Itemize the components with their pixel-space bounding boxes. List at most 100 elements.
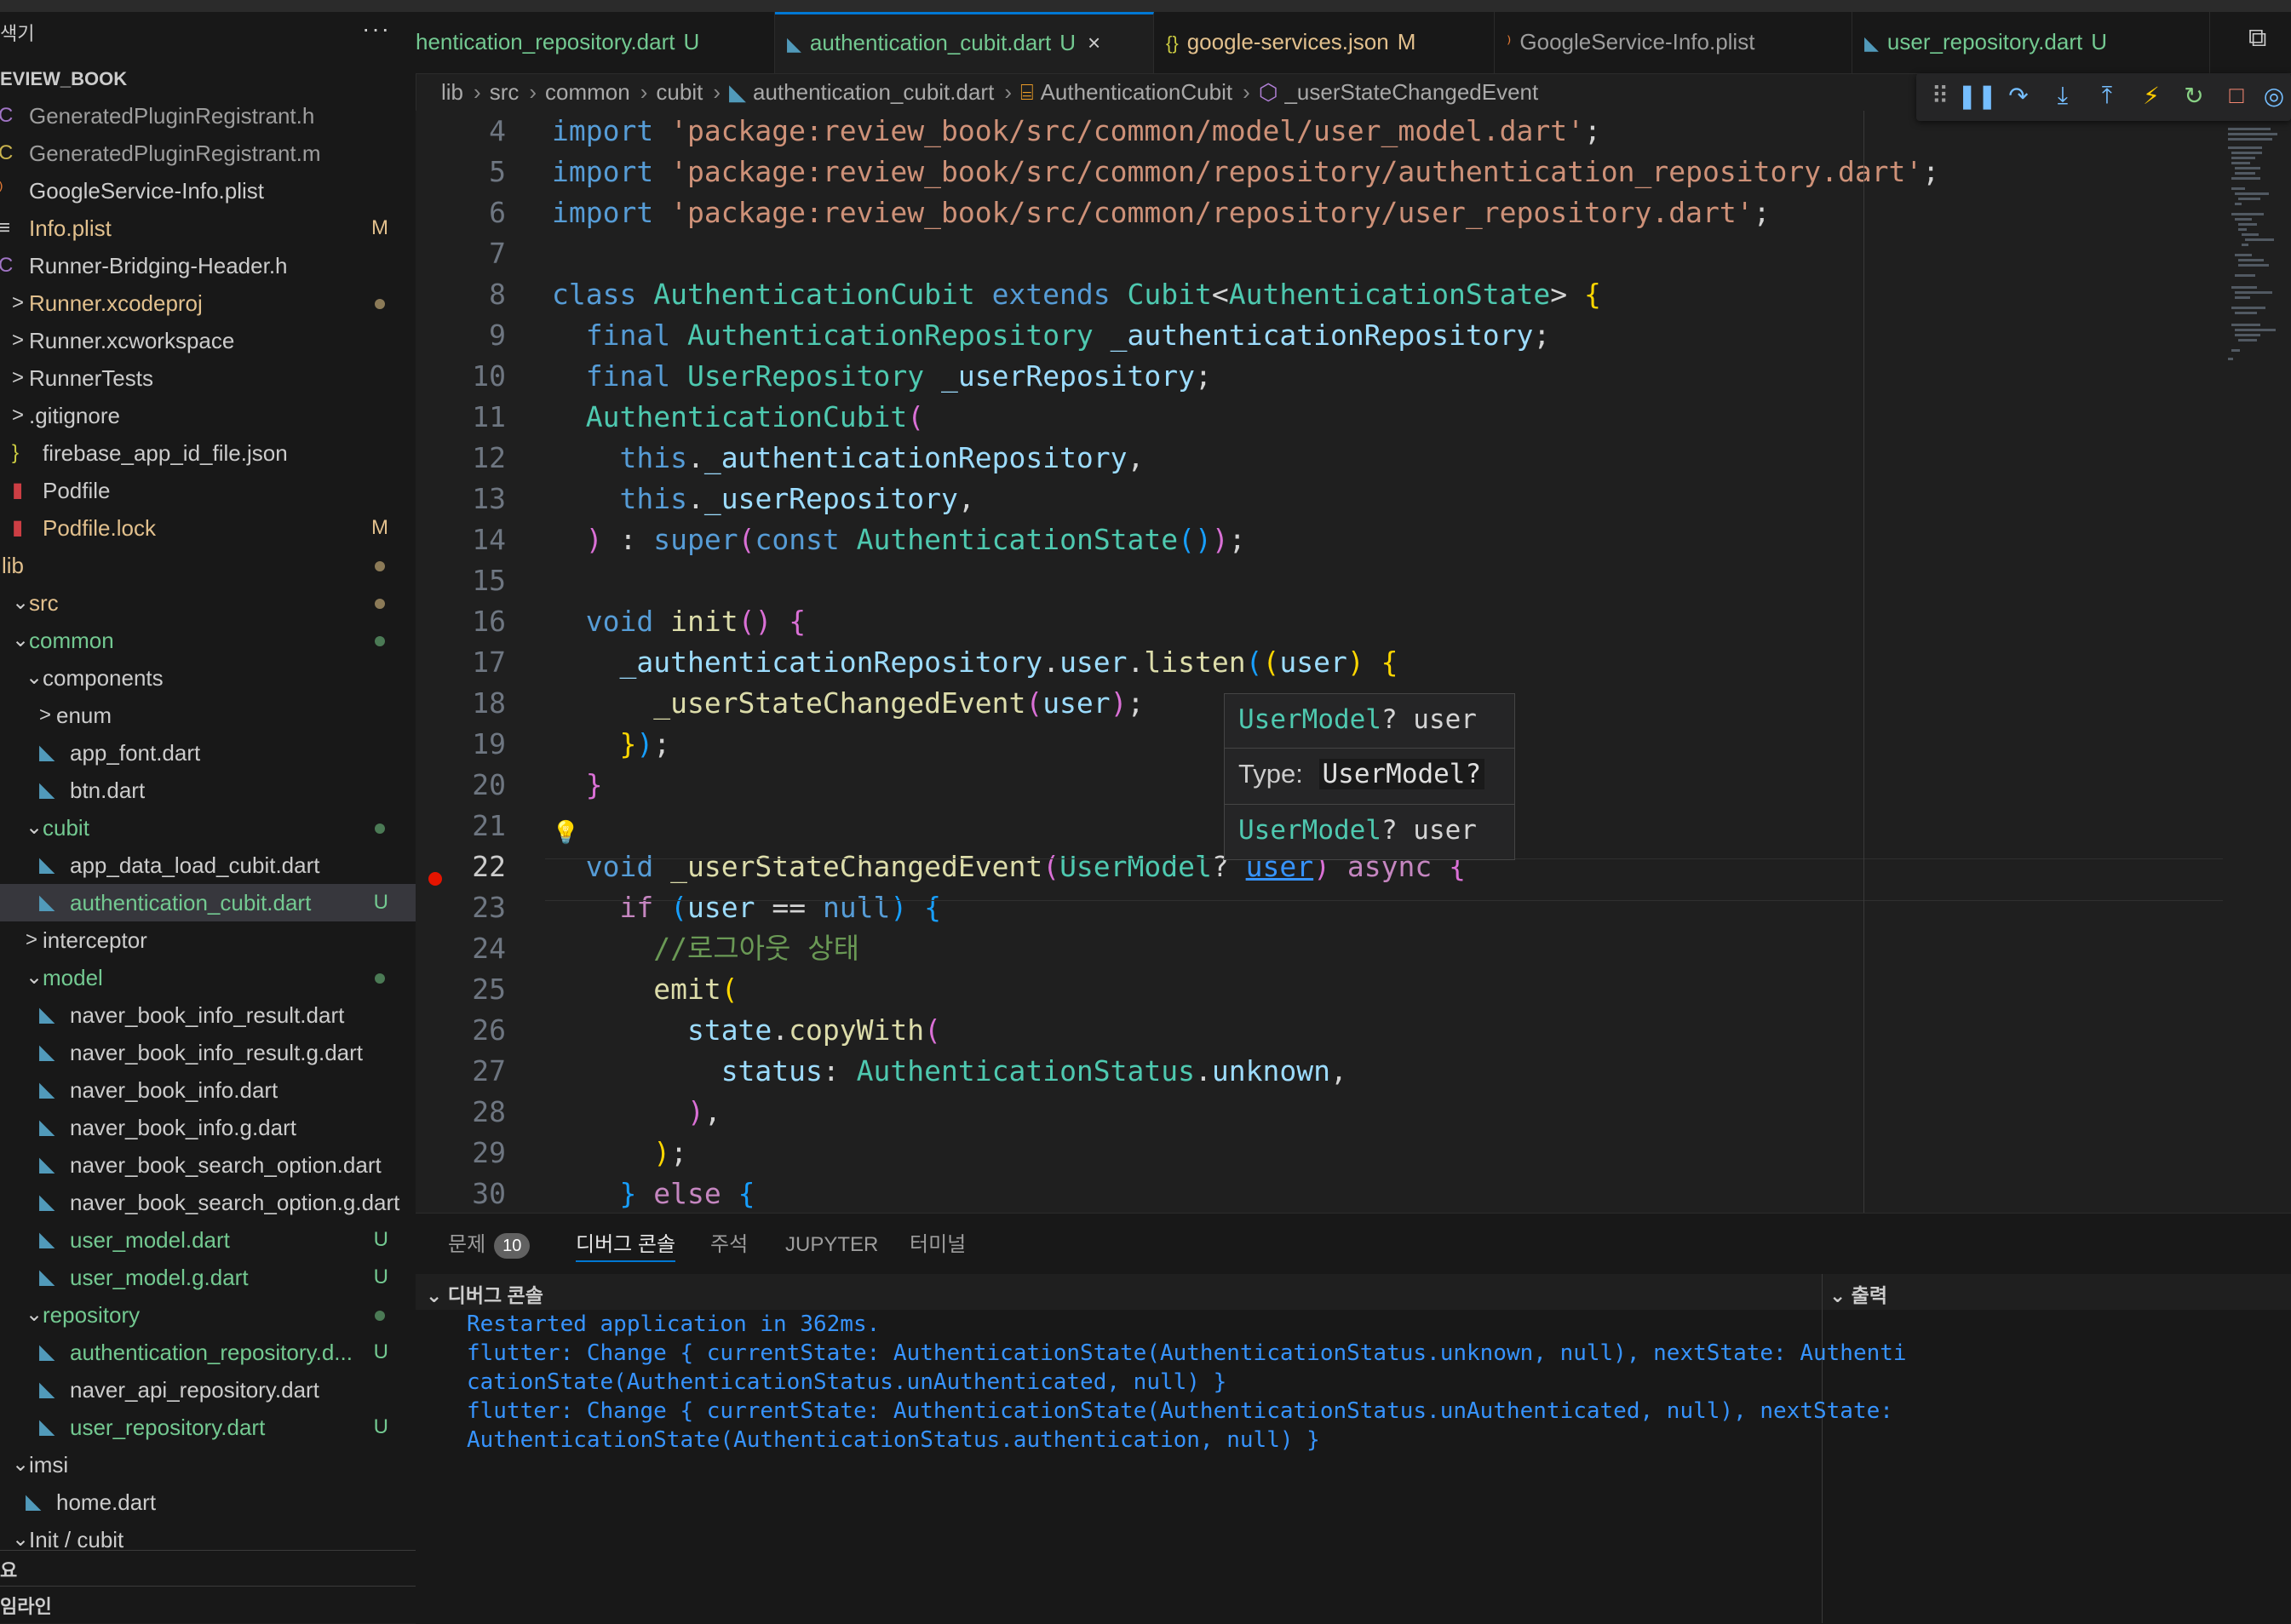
code-line[interactable]: 6 import 'package:review_book/src/common/… xyxy=(416,192,2291,233)
hover-signature: UserModel? user xyxy=(1238,704,1477,735)
tree-item[interactable]: C GeneratedPluginRegistrant.m xyxy=(0,135,416,172)
tree-item[interactable]: ◣ naver_book_info_result.g.dart xyxy=(0,1034,416,1071)
step-into-icon[interactable]: ⤓ xyxy=(2046,82,2080,110)
console-line: Restarted application in 362ms. xyxy=(467,1311,881,1337)
breadcrumb-item[interactable]: AuthenticationCubit xyxy=(1041,79,1232,105)
code-line[interactable]: 16 void init() { xyxy=(416,601,2291,642)
lightbulb-icon[interactable]: 💡 xyxy=(552,819,579,846)
tree-item[interactable]: ◣ naver_book_info.g.dart xyxy=(0,1109,416,1146)
project-folder-header[interactable]: EVIEW_BOOK xyxy=(0,68,127,90)
tree-item[interactable]: ◣ authentication_repository.d... U xyxy=(0,1334,416,1371)
tree-item[interactable]: ◣ home.dart xyxy=(0,1483,416,1521)
panel-tab[interactable]: 터미널 xyxy=(910,1230,966,1260)
code-line[interactable]: 14 ) : super(const AuthenticationState()… xyxy=(416,519,2291,560)
tree-item[interactable]: ◣ naver_book_search_option.dart xyxy=(0,1146,416,1184)
panel-tab[interactable]: 문제 10 xyxy=(448,1230,531,1260)
editor-tab[interactable]: ⁾ GoogleService-Info.plist xyxy=(1495,12,1852,73)
minimap[interactable] xyxy=(2228,128,2279,434)
code-line[interactable]: 27 status: AuthenticationStatus.unknown, xyxy=(416,1051,2291,1092)
code-editor[interactable]: 4 import 'package:review_book/src/common/… xyxy=(416,111,2291,1213)
tree-item[interactable]: ▮ Podfile.lock M xyxy=(0,509,416,547)
tree-item[interactable]: } firebase_app_id_file.json xyxy=(0,434,416,472)
code-line[interactable]: 11 AuthenticationCubit( xyxy=(416,397,2291,438)
tree-item[interactable]: > RunnerTests xyxy=(0,359,416,397)
editor-tab[interactable]: ◣ user_repository.dart U xyxy=(1852,12,2210,73)
tree-item[interactable]: ≡ Info.plist M xyxy=(0,209,416,247)
tree-item[interactable]: C Runner-Bridging-Header.h xyxy=(0,247,416,284)
tree-item[interactable]: > enum xyxy=(0,697,416,734)
breadcrumb-item[interactable]: authentication_cubit.dart xyxy=(753,79,994,105)
tree-item[interactable]: ◣ naver_api_repository.dart xyxy=(0,1371,416,1409)
editor-tab[interactable]: {} google-services.json M xyxy=(1154,12,1495,73)
breakpoint-icon[interactable] xyxy=(428,872,442,886)
code-line[interactable]: 15 xyxy=(416,560,2291,601)
tree-item[interactable]: ⌄ components xyxy=(0,659,416,697)
devtools-icon[interactable]: ◎ xyxy=(2257,82,2291,110)
tree-item[interactable]: ◣ app_font.dart xyxy=(0,734,416,772)
breadcrumb-item[interactable]: common xyxy=(545,79,630,105)
code-line[interactable]: 10 final UserRepository _userRepository; xyxy=(416,356,2291,397)
drag-handle-icon[interactable]: ⠿ xyxy=(1923,82,1957,110)
more-actions-icon[interactable]: ··· xyxy=(362,15,391,43)
editor-tab[interactable]: hentication_repository.dart U xyxy=(416,12,775,73)
tree-item[interactable]: ⁾ GoogleService-Info.plist xyxy=(0,172,416,209)
code-line[interactable]: 25 emit( xyxy=(416,969,2291,1010)
breadcrumb-item[interactable]: _userStateChangedEvent xyxy=(1284,79,1538,105)
output-header[interactable] xyxy=(1823,1274,2291,1310)
code-line[interactable]: 8 class AuthenticationCubit extends Cubit… xyxy=(416,274,2291,315)
stop-icon[interactable]: □ xyxy=(2219,82,2254,109)
code-line[interactable]: 12 this._authenticationRepository, xyxy=(416,438,2291,479)
tree-item[interactable]: lib xyxy=(0,547,416,584)
tree-item[interactable]: C GeneratedPluginRegistrant.h xyxy=(0,97,416,135)
editor-tab[interactable]: ◣ authentication_cubit.dart U × xyxy=(775,12,1154,73)
code-line[interactable]: 29 ); xyxy=(416,1133,2291,1174)
tree-item[interactable]: ⌄ src xyxy=(0,584,416,622)
close-icon[interactable]: × xyxy=(1088,30,1100,55)
tree-item[interactable]: ⌄ common xyxy=(0,622,416,659)
code-line[interactable]: 26 state.copyWith( xyxy=(416,1010,2291,1051)
tree-item[interactable]: ◣ user_model.g.dart U xyxy=(0,1259,416,1296)
panel-tab[interactable]: 디버그 콘솔 xyxy=(576,1230,676,1262)
step-over-icon[interactable]: ↷ xyxy=(2001,82,2035,110)
debug-console-header[interactable] xyxy=(416,1274,1823,1310)
split-editor-icon[interactable]: ⧉ xyxy=(2248,24,2266,53)
tree-item[interactable]: ◣ user_repository.dart U xyxy=(0,1409,416,1446)
breadcrumb-item[interactable]: src xyxy=(490,79,520,105)
pause-icon[interactable]: ❚❚ xyxy=(1957,82,1997,110)
tree-item[interactable]: ⌄ model xyxy=(0,959,416,996)
tree-item[interactable]: ◣ btn.dart xyxy=(0,772,416,809)
code-line[interactable]: 5 import 'package:review_book/src/common/… xyxy=(416,152,2291,192)
tree-item[interactable]: ◣ naver_book_info_result.dart xyxy=(0,996,416,1034)
tree-item[interactable]: ◣ user_model.dart U xyxy=(0,1221,416,1259)
panel-divider[interactable] xyxy=(1822,1274,1823,1623)
tree-item[interactable]: ⌄ repository xyxy=(0,1296,416,1334)
code-line[interactable]: 30 } else { xyxy=(416,1174,2291,1213)
breadcrumb-item[interactable]: lib xyxy=(441,79,463,105)
tree-item[interactable]: > interceptor xyxy=(0,921,416,959)
tree-item[interactable]: > Runner.xcworkspace xyxy=(0,322,416,359)
panel-tab[interactable]: JUPYTER xyxy=(785,1230,878,1260)
tree-item[interactable]: ◣ app_data_load_cubit.dart xyxy=(0,846,416,884)
panel-tab[interactable]: 주석 xyxy=(710,1230,748,1260)
code-line[interactable]: 24 //로그아웃 상태 xyxy=(416,928,2291,969)
code-line[interactable]: 17 _authenticationRepository.user.listen… xyxy=(416,642,2291,683)
code-line[interactable]: 7 xyxy=(416,233,2291,274)
code-line[interactable]: 9 final AuthenticationRepository _authen… xyxy=(416,315,2291,356)
tree-item[interactable]: > .gitignore xyxy=(0,397,416,434)
tree-item[interactable]: ◣ naver_book_search_option.g.dart xyxy=(0,1184,416,1221)
code-line[interactable]: 28 ), xyxy=(416,1092,2291,1133)
tree-item[interactable]: > Runner.xcodeproj xyxy=(0,284,416,322)
hot-reload-icon[interactable]: ⚡ xyxy=(2134,82,2168,110)
step-out-icon[interactable]: ⤒ xyxy=(2090,82,2124,110)
tree-item[interactable]: ◣ naver_book_info.dart xyxy=(0,1071,416,1109)
restart-icon[interactable]: ↻ xyxy=(2177,82,2211,110)
breadcrumb-item[interactable]: cubit xyxy=(656,79,703,105)
code-line[interactable]: 13 this._userRepository, xyxy=(416,479,2291,519)
tree-item-label: components xyxy=(43,665,164,691)
tree-item[interactable]: ⌄ imsi xyxy=(0,1446,416,1483)
tree-item[interactable]: ▮ Podfile xyxy=(0,472,416,509)
tree-item[interactable]: ◣ authentication_cubit.dart U xyxy=(0,884,416,921)
outline-section-header[interactable]: 요 xyxy=(0,1550,416,1585)
timeline-section-header[interactable]: 임라인 xyxy=(0,1586,416,1624)
tree-item[interactable]: ⌄ cubit xyxy=(0,809,416,846)
